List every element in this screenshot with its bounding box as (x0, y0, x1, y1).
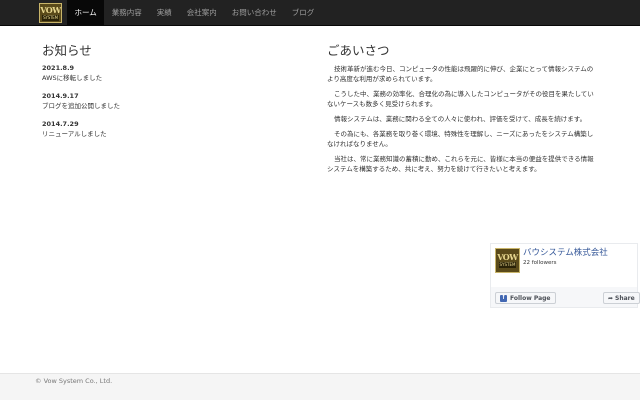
share-arrow-icon: ➦ (608, 294, 614, 302)
page-footer: © Vow System Co., Ltd. (0, 373, 640, 400)
fb-logo-bottom: SYSTEM (498, 262, 517, 268)
greeting-paragraph: 情報システムは、業務に関わる全ての人々に使われ、評価を受けて、成長を続けます。 (334, 115, 587, 123)
brand-logo-top: VOW (40, 4, 61, 15)
news-date: 2021.8.9 (42, 64, 75, 72)
share-button[interactable]: ➦ Share (603, 292, 640, 304)
greeting-paragraph: 技術革新が進む今日、コンピュータの性能は飛躍的に伸び、企業にとって情報システムの… (327, 65, 594, 83)
greeting-heading: ごあいさつ (327, 43, 390, 58)
facebook-icon: f (500, 294, 507, 302)
main-nav: ホーム 業務内容 実績 会社案内 お問い合わせ ブログ (67, 0, 322, 26)
facebook-page-logo[interactable]: VOW SYSTEM (495, 248, 520, 273)
facebook-page-widget: VOW SYSTEM バウシステム株式会社 22 followers f Fol… (490, 243, 640, 308)
news-item: 2021.8.9 AWSに移転しました (42, 64, 292, 83)
footer-copyright: © Vow System Co., Ltd. (35, 377, 113, 385)
news-item: 2014.7.29 リニューアルしました (42, 120, 292, 139)
news-item: 2014.9.17 ブログを追加公開しました (42, 92, 292, 111)
nav-item-home[interactable]: ホーム (67, 0, 105, 26)
greeting-paragraph: その為にも、各業務を取り巻く環境、特殊性を理解し、ニーズにあったをシステム構築し… (327, 130, 594, 148)
news-text: AWSに移転しました (42, 74, 103, 82)
news-section: お知らせ 2021.8.9 AWSに移転しました 2014.9.17 ブログを追… (42, 44, 292, 148)
news-text: リニューアルしました (42, 130, 107, 138)
brand-logo-bottom: SYSTEM (42, 14, 59, 21)
top-navbar: VOW SYSTEM ホーム 業務内容 実績 会社案内 お問い合わせ ブログ (0, 0, 640, 26)
nav-item-results[interactable]: 実績 (149, 0, 179, 26)
news-date: 2014.7.29 (42, 120, 79, 128)
news-heading: お知らせ (42, 43, 92, 58)
facebook-page-name[interactable]: バウシステム株式会社 (523, 248, 608, 258)
follow-page-button[interactable]: f Follow Page (495, 292, 556, 304)
greeting-paragraph: 当社は、常に業務知識の蓄積に勤め、これらを元に、皆様に本当の便益を提供できる情報… (327, 155, 594, 173)
facebook-widget-header: VOW SYSTEM バウシステム株式会社 22 followers (491, 244, 637, 287)
follow-page-label: Follow Page (510, 294, 551, 302)
fb-logo-top: VOW (497, 252, 518, 262)
facebook-followers-count: 22 followers (523, 260, 557, 266)
greeting-paragraph: こうした中、業務の効率化、合理化の為に導入したコンピュータがその役目を果たしてい… (327, 90, 594, 108)
nav-item-contact[interactable]: お問い合わせ (224, 0, 284, 26)
nav-item-company[interactable]: 会社案内 (179, 0, 224, 26)
share-label: Share (615, 294, 635, 302)
news-text: ブログを追加公開しました (42, 102, 120, 110)
nav-item-blog[interactable]: ブログ (284, 0, 322, 26)
brand-logo[interactable]: VOW SYSTEM (39, 3, 62, 23)
greeting-section: ごあいさつ 技術革新が進む今日、コンピュータの性能は飛躍的に伸び、企業にとって情… (327, 44, 597, 179)
news-date: 2014.9.17 (42, 92, 79, 100)
nav-item-services[interactable]: 業務内容 (104, 0, 149, 26)
